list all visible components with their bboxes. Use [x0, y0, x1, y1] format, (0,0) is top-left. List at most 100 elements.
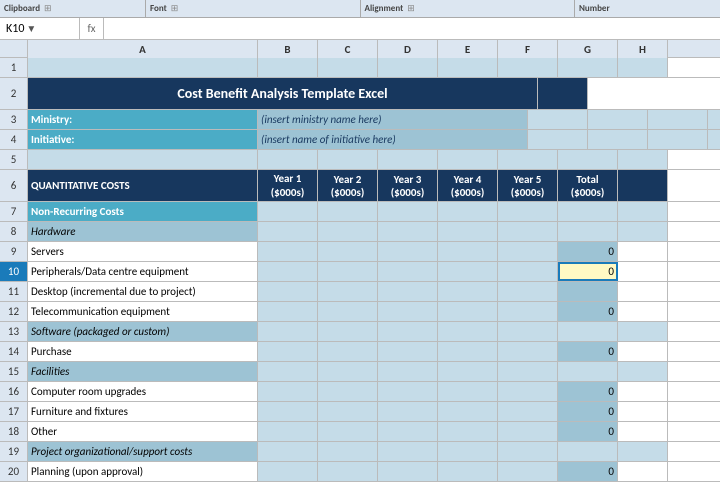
cell-d20[interactable]: [378, 462, 438, 481]
cell-b1[interactable]: [258, 58, 318, 77]
cell-e10[interactable]: [438, 262, 498, 281]
cell-b5[interactable]: [258, 150, 318, 169]
cell-f20[interactable]: [498, 462, 558, 481]
cell-ministry-value[interactable]: (insert ministry name here): [258, 110, 528, 129]
cell-telecom[interactable]: Telecommunication equipment: [28, 302, 258, 321]
cell-d1[interactable]: [378, 58, 438, 77]
cell-ref-dropdown[interactable]: ▼: [24, 22, 38, 35]
cell-e19[interactable]: [438, 442, 498, 461]
cell-c11[interactable]: [318, 282, 378, 301]
cell-e4[interactable]: [528, 130, 588, 149]
cell-f8[interactable]: [498, 222, 558, 241]
cell-c18[interactable]: [318, 422, 378, 441]
cell-h4[interactable]: [708, 130, 720, 149]
cell-d16[interactable]: [378, 382, 438, 401]
cell-c16[interactable]: [318, 382, 378, 401]
cell-g14[interactable]: 0: [558, 342, 618, 361]
col-header-a[interactable]: A: [28, 40, 258, 58]
cell-g11[interactable]: [558, 282, 618, 301]
cell-title[interactable]: Cost Benefit Analysis Template Excel: [28, 78, 538, 109]
cell-b20[interactable]: [258, 462, 318, 481]
cell-h10[interactable]: [618, 262, 668, 281]
cell-g8[interactable]: [558, 222, 618, 241]
cell-f12[interactable]: [498, 302, 558, 321]
cell-g1[interactable]: [558, 58, 618, 77]
cell-g13[interactable]: [558, 322, 618, 341]
cell-d14[interactable]: [378, 342, 438, 361]
cell-d9[interactable]: [378, 242, 438, 261]
cell-h8[interactable]: [618, 222, 668, 241]
cell-f7[interactable]: [498, 202, 558, 221]
cell-h16[interactable]: [618, 382, 668, 401]
cell-e7[interactable]: [438, 202, 498, 221]
cell-desktop[interactable]: Desktop (incremental due to project): [28, 282, 258, 301]
col-header-b[interactable]: B: [258, 40, 318, 58]
cell-d10[interactable]: [378, 262, 438, 281]
cell-servers[interactable]: Servers: [28, 242, 258, 261]
cell-h14[interactable]: [618, 342, 668, 361]
cell-other[interactable]: Other: [28, 422, 258, 441]
cell-software[interactable]: Software (packaged or custom): [28, 322, 258, 341]
cell-h11[interactable]: [618, 282, 668, 301]
cell-e11[interactable]: [438, 282, 498, 301]
cell-b18[interactable]: [258, 422, 318, 441]
cell-c20[interactable]: [318, 462, 378, 481]
cell-year4-header[interactable]: Year 4 ($000s): [438, 170, 498, 201]
cell-f19[interactable]: [498, 442, 558, 461]
cell-g10-selected[interactable]: 0: [558, 262, 618, 281]
cell-f4[interactable]: [588, 130, 648, 149]
cell-b19[interactable]: [258, 442, 318, 461]
cell-e18[interactable]: [438, 422, 498, 441]
formula-icon[interactable]: fx: [80, 18, 104, 40]
cell-e17[interactable]: [438, 402, 498, 421]
cell-f15[interactable]: [498, 362, 558, 381]
cell-g5[interactable]: [558, 150, 618, 169]
cell-peripherals[interactable]: Peripherals/Data centre equipment: [28, 262, 258, 281]
cell-h18[interactable]: [618, 422, 668, 441]
col-header-c[interactable]: C: [318, 40, 378, 58]
cell-d18[interactable]: [378, 422, 438, 441]
cell-b12[interactable]: [258, 302, 318, 321]
cell-ministry-label[interactable]: Ministry:: [28, 110, 258, 129]
cell-e12[interactable]: [438, 302, 498, 321]
cell-d7[interactable]: [378, 202, 438, 221]
cell-b9[interactable]: [258, 242, 318, 261]
cell-e9[interactable]: [438, 242, 498, 261]
cell-furniture[interactable]: Furniture and fixtures: [28, 402, 258, 421]
col-header-e[interactable]: E: [438, 40, 498, 58]
cell-c10[interactable]: [318, 262, 378, 281]
cell-g12[interactable]: 0: [558, 302, 618, 321]
cell-h17[interactable]: [618, 402, 668, 421]
cell-e20[interactable]: [438, 462, 498, 481]
cell-d12[interactable]: [378, 302, 438, 321]
cell-reference[interactable]: K10 ▼: [0, 18, 80, 40]
cell-computer-room[interactable]: Computer room upgrades: [28, 382, 258, 401]
cell-d19[interactable]: [378, 442, 438, 461]
cell-c19[interactable]: [318, 442, 378, 461]
cell-g18[interactable]: 0: [558, 422, 618, 441]
col-header-f[interactable]: F: [498, 40, 558, 58]
cell-h6[interactable]: [618, 170, 668, 201]
cell-a1[interactable]: [28, 58, 258, 77]
cell-e16[interactable]: [438, 382, 498, 401]
cell-h3[interactable]: [708, 110, 720, 129]
cell-f9[interactable]: [498, 242, 558, 261]
cell-a5[interactable]: [28, 150, 258, 169]
col-header-h[interactable]: H: [618, 40, 668, 58]
cell-b14[interactable]: [258, 342, 318, 361]
cell-e8[interactable]: [438, 222, 498, 241]
cell-b17[interactable]: [258, 402, 318, 421]
cell-hardware[interactable]: Hardware: [28, 222, 258, 241]
cell-h9[interactable]: [618, 242, 668, 261]
cell-d8[interactable]: [378, 222, 438, 241]
cell-initiative-label[interactable]: Initiative:: [28, 130, 258, 149]
cell-e5[interactable]: [438, 150, 498, 169]
cell-c1[interactable]: [318, 58, 378, 77]
cell-planning[interactable]: Planning (upon approval): [28, 462, 258, 481]
cell-year3-header[interactable]: Year 3 ($000s): [378, 170, 438, 201]
cell-g20[interactable]: 0: [558, 462, 618, 481]
cell-c8[interactable]: [318, 222, 378, 241]
cell-c15[interactable]: [318, 362, 378, 381]
cell-h12[interactable]: [618, 302, 668, 321]
cell-b8[interactable]: [258, 222, 318, 241]
